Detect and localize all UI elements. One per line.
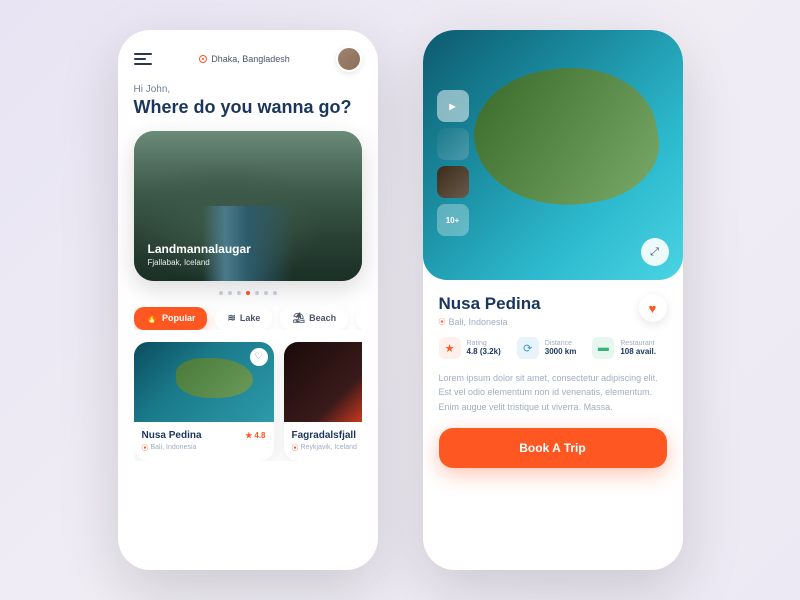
card-location: ⦿Bali, Indonesia <box>142 443 266 453</box>
thumbnail[interactable] <box>437 128 469 160</box>
home-screen: Dhaka, Bangladesh Hi John, Where do you … <box>118 30 378 570</box>
favorite-button[interactable]: ♡ <box>250 348 268 366</box>
filter-chips: 🔥Popular ≋Lake ⛱Beach ▲Mou <box>134 307 362 330</box>
chip-popular[interactable]: 🔥Popular <box>134 307 208 330</box>
hero-card[interactable]: Landmannalaugar Fjallabak, Iceland <box>134 131 362 281</box>
wave-icon: ≋ <box>227 313 235 324</box>
pin-icon: ⦿ <box>439 317 446 327</box>
chip-lake[interactable]: ≋Lake <box>215 307 272 330</box>
star-icon: ★ <box>439 337 461 359</box>
header: Dhaka, Bangladesh <box>134 46 362 72</box>
stat-restaurant: ▬ Restaurant108 avail. <box>592 337 656 359</box>
thumbnail[interactable] <box>437 166 469 198</box>
card-image: ♡ <box>134 342 274 422</box>
location-text: Dhaka, Bangladesh <box>211 54 290 64</box>
card-name: Nusa Pedina <box>142 430 202 441</box>
beach-icon: ⛱ <box>292 313 305 324</box>
card-name: Fagradalsfjall <box>292 430 356 441</box>
expand-icon[interactable]: ⤢ <box>641 238 669 266</box>
play-button[interactable]: ▶ <box>437 90 469 122</box>
detail-location: ⦿Bali, Indonesia <box>439 317 541 327</box>
hero-name: Landmannalaugar <box>148 242 251 256</box>
pin-icon: ⦿ <box>292 443 299 453</box>
chip-mountain[interactable]: ▲Mou <box>356 307 361 330</box>
carousel-dots[interactable] <box>134 291 362 295</box>
pin-icon: ⦿ <box>142 443 149 453</box>
destination-card[interactable]: Fagradalsfjall ⦿Reykjavik, Iceland <box>284 342 362 461</box>
card-rating: ★4.8 <box>245 431 265 440</box>
location-selector[interactable]: Dhaka, Bangladesh <box>199 54 290 64</box>
description: Lorem ipsum dolor sit amet, consectetur … <box>439 371 667 414</box>
menu-icon[interactable] <box>134 53 154 65</box>
more-photos-button[interactable]: 10+ <box>437 204 469 236</box>
restaurant-icon: ▬ <box>592 337 614 359</box>
location-icon <box>199 55 207 63</box>
star-icon: ★ <box>245 431 252 440</box>
stats-row: ★ Rating4.8 (3.2k) ⟳ Distance3000 km ▬ R… <box>439 337 667 359</box>
page-title: Where do you wanna go? <box>134 97 362 119</box>
detail-screen: ▶ 10+ ⤢ Nusa Pedina ⦿Bali, Indonesia ♥ ★… <box>423 30 683 570</box>
detail-title: Nusa Pedina <box>439 294 541 314</box>
route-icon: ⟳ <box>517 337 539 359</box>
chip-beach[interactable]: ⛱Beach <box>280 307 348 330</box>
avatar[interactable] <box>336 46 362 72</box>
book-trip-button[interactable]: Book A Trip <box>439 428 667 468</box>
favorite-button[interactable]: ♥ <box>639 294 667 322</box>
destination-card[interactable]: ♡ Nusa Pedina ★4.8 ⦿Bali, Indonesia <box>134 342 274 461</box>
stat-rating: ★ Rating4.8 (3.2k) <box>439 337 501 359</box>
stat-distance: ⟳ Distance3000 km <box>517 337 577 359</box>
detail-hero-image: ▶ 10+ ⤢ <box>423 30 683 280</box>
fire-icon: 🔥 <box>146 313 158 324</box>
gallery-thumbnails: ▶ 10+ <box>437 90 469 236</box>
card-location: ⦿Reykjavik, Iceland <box>292 443 362 453</box>
greeting: Hi John, <box>134 84 362 95</box>
hero-location: Fjallabak, Iceland <box>148 258 251 267</box>
destination-cards: ♡ Nusa Pedina ★4.8 ⦿Bali, Indonesia Fagr… <box>134 342 362 461</box>
card-image <box>284 342 362 422</box>
